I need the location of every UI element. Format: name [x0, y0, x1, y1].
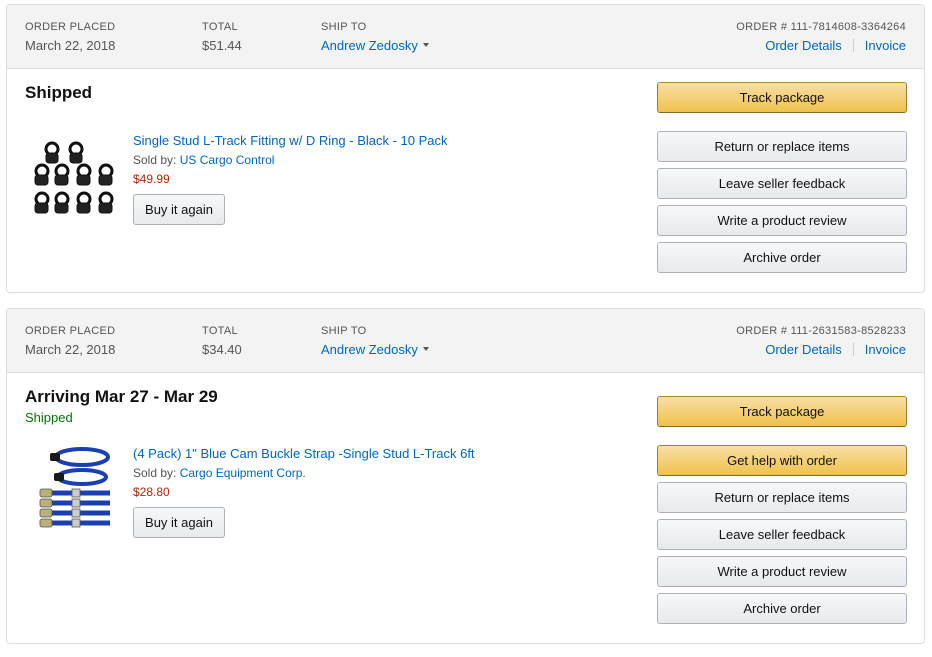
shipment-status: Shipped [25, 83, 93, 102]
ship-to-column: SHIP TO Andrew Zedosky [321, 20, 429, 54]
order-details-link[interactable]: Order Details [765, 342, 842, 357]
order-details-link[interactable]: Order Details [765, 38, 842, 53]
return-replace-button[interactable]: Return or replace items [657, 482, 907, 513]
order-placed-date: March 22, 2018 [25, 38, 116, 53]
order-placed-column: ORDER PLACED March 22, 2018 [25, 324, 115, 358]
order-card: ORDER PLACED March 22, 2018 TOTAL $51.44… [6, 4, 925, 293]
ship-to-dropdown[interactable]: Andrew Zedosky [321, 38, 429, 54]
order-placed-label: ORDER PLACED [25, 21, 116, 33]
order-number: ORDER # 111-2631583-8528233 [736, 325, 906, 337]
order-total-label: TOTAL [202, 21, 238, 33]
seller-link[interactable]: US Cargo Control [180, 153, 275, 167]
order-total-value: $34.40 [202, 342, 242, 357]
product-review-button[interactable]: Write a product review [657, 205, 907, 236]
invoice-link[interactable]: Invoice [865, 342, 906, 357]
sold-by-label: Sold by: [133, 466, 177, 480]
seller-feedback-button[interactable]: Leave seller feedback [657, 168, 907, 199]
track-package-button[interactable]: Track package [657, 396, 907, 427]
item-title-link[interactable]: Single Stud L-Track Fitting w/ D Ring - … [133, 132, 448, 149]
item-info: (4 Pack) 1" Blue Cam Buckle Strap -Singl… [133, 445, 475, 538]
black-d-ring-fittings-image[interactable] [32, 131, 118, 221]
link-divider [852, 39, 854, 53]
order-number-column: ORDER # 111-2631583-8528233 Order Detail… [736, 324, 906, 358]
order-total-label: TOTAL [202, 325, 238, 337]
order-placed-label: ORDER PLACED [25, 325, 116, 337]
get-help-button[interactable]: Get help with order [657, 445, 907, 476]
item-price: $28.80 [133, 485, 170, 499]
caret-down-icon [422, 346, 429, 351]
order-actions: Track package Return or replace items Le… [657, 82, 907, 279]
order-card: ORDER PLACED March 22, 2018 TOTAL $34.40… [6, 308, 925, 644]
archive-order-button[interactable]: Archive order [657, 242, 907, 273]
item-price: $49.99 [133, 172, 170, 186]
order-total-column: TOTAL $34.40 [202, 324, 242, 358]
invoice-link[interactable]: Invoice [865, 38, 906, 53]
sold-by: Sold by: US Cargo Control [133, 152, 448, 168]
shipment-status: Arriving Mar 27 - Mar 29 [25, 387, 218, 406]
buy-it-again-button[interactable]: Buy it again [133, 194, 225, 225]
item-info: Single Stud L-Track Fitting w/ D Ring - … [133, 132, 448, 225]
order-number: ORDER # 111-7814608-3364264 [736, 21, 906, 33]
order-placed-column: ORDER PLACED March 22, 2018 [25, 20, 115, 54]
caret-down-icon [422, 42, 429, 47]
order-total-value: $51.44 [202, 38, 242, 53]
sold-by-label: Sold by: [133, 153, 177, 167]
ship-to-name: Andrew Zedosky [321, 38, 418, 53]
shipment-substatus: Shipped [25, 410, 73, 425]
ship-to-column: SHIP TO Andrew Zedosky [321, 324, 429, 358]
ship-to-dropdown[interactable]: Andrew Zedosky [321, 342, 429, 358]
return-replace-button[interactable]: Return or replace items [657, 131, 907, 162]
buy-it-again-button[interactable]: Buy it again [133, 507, 225, 538]
seller-feedback-button[interactable]: Leave seller feedback [657, 519, 907, 550]
blue-cam-buckle-straps-image[interactable] [32, 443, 118, 533]
archive-order-button[interactable]: Archive order [657, 593, 907, 624]
order-number-column: ORDER # 111-7814608-3364264 Order Detail… [736, 20, 906, 54]
order-header: ORDER PLACED March 22, 2018 TOTAL $34.40… [7, 309, 924, 373]
seller-link[interactable]: Cargo Equipment Corp. [180, 466, 306, 480]
item-title-link[interactable]: (4 Pack) 1" Blue Cam Buckle Strap -Singl… [133, 445, 475, 462]
track-package-button[interactable]: Track package [657, 82, 907, 113]
ship-to-name: Andrew Zedosky [321, 342, 418, 357]
product-review-button[interactable]: Write a product review [657, 556, 907, 587]
order-header: ORDER PLACED March 22, 2018 TOTAL $51.44… [7, 5, 924, 69]
order-placed-date: March 22, 2018 [25, 342, 116, 357]
order-total-column: TOTAL $51.44 [202, 20, 242, 54]
order-actions: Track package Get help with order Return… [657, 396, 907, 630]
ship-to-label: SHIP TO [321, 325, 367, 337]
ship-to-label: SHIP TO [321, 21, 367, 33]
sold-by: Sold by: Cargo Equipment Corp. [133, 465, 475, 481]
link-divider [852, 343, 854, 357]
